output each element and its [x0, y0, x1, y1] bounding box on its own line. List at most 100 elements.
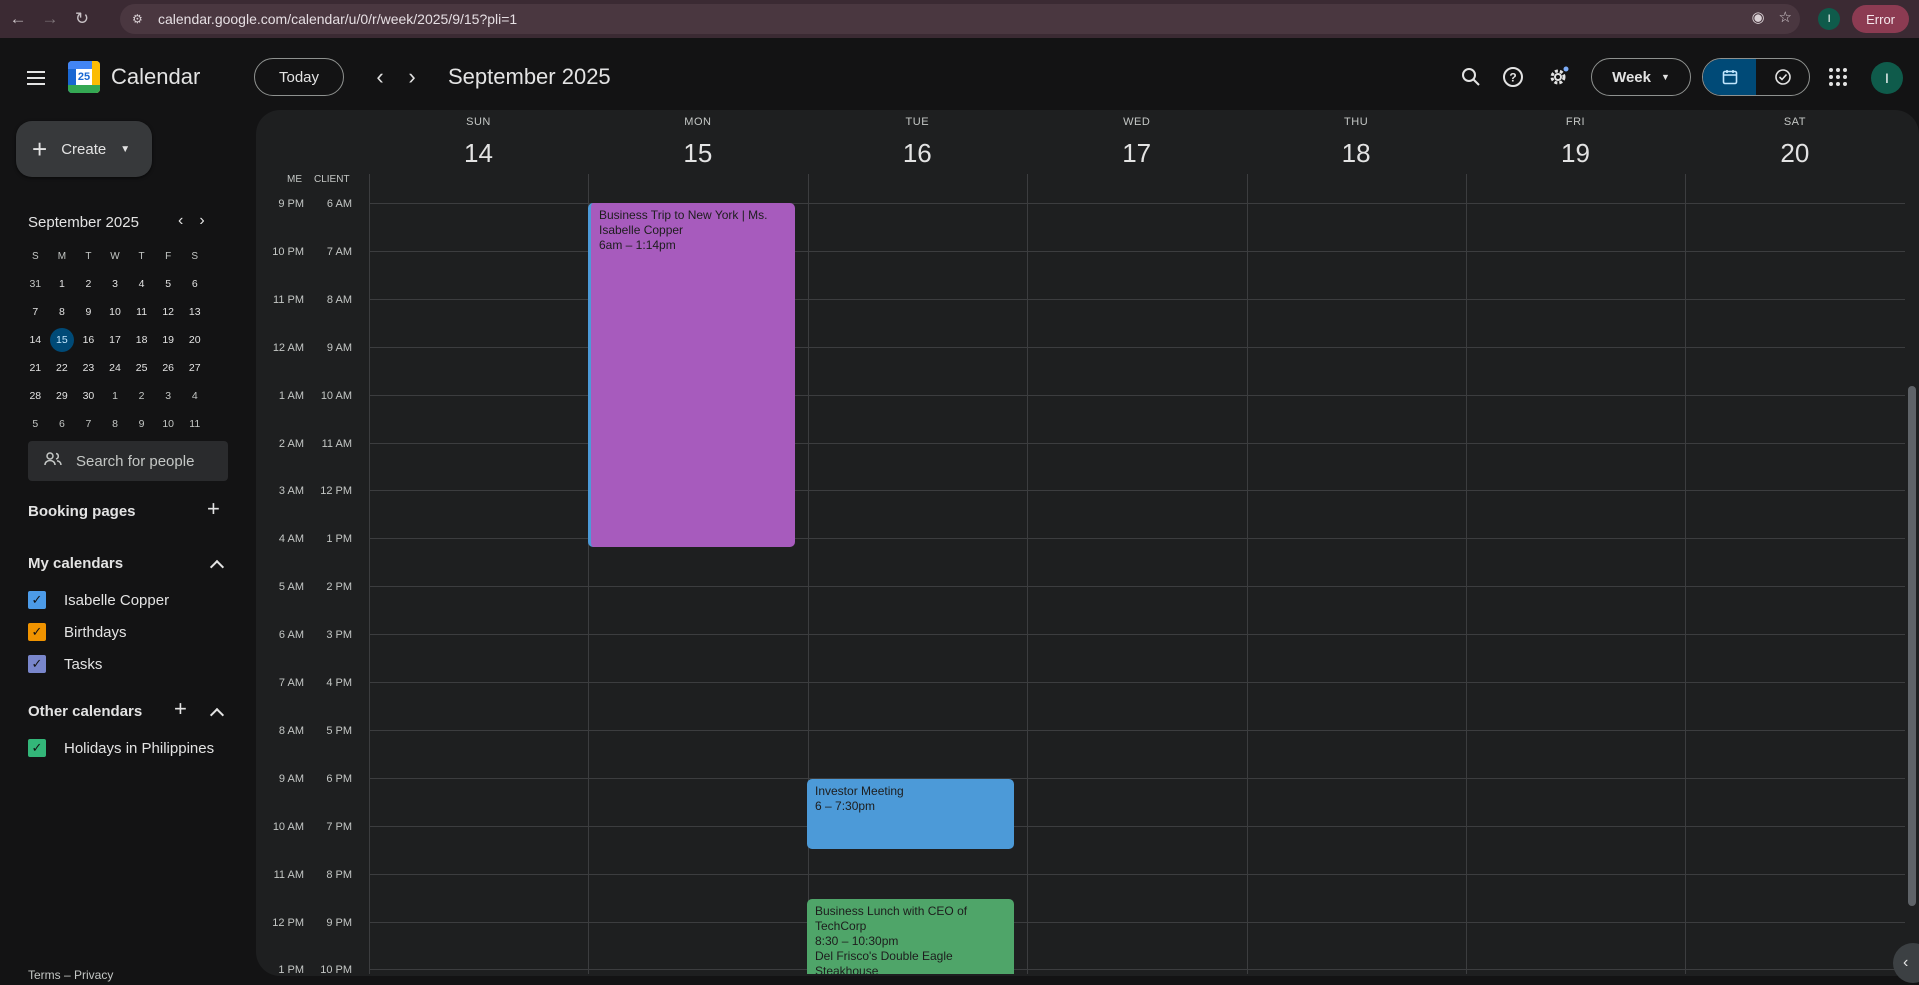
mini-calendar-day[interactable]: 3	[102, 278, 129, 290]
mini-calendar-day[interactable]: 21	[22, 362, 49, 374]
bookmark-star-icon[interactable]: ☆	[1779, 8, 1792, 26]
mini-calendar-day[interactable]: 8	[49, 306, 76, 318]
checkbox-checked-icon[interactable]: ✓	[28, 591, 46, 609]
mini-calendar-day[interactable]: 16	[75, 334, 102, 346]
mini-calendar-day[interactable]: 14	[22, 334, 49, 346]
previous-week-icon[interactable]: ‹	[368, 64, 392, 89]
day-number[interactable]: 20	[1685, 138, 1904, 169]
calendar-item-holidays-philippines[interactable]: ✓ Holidays in Philippines	[28, 739, 214, 757]
mini-calendar-day[interactable]: 22	[49, 362, 76, 374]
mini-calendar-day[interactable]: 7	[75, 418, 102, 430]
url-text[interactable]: calendar.google.com/calendar/u/0/r/week/…	[158, 11, 517, 27]
mini-calendar-day[interactable]: 19	[155, 334, 182, 346]
mini-calendar-day[interactable]: 24	[102, 362, 129, 374]
mini-calendar-day[interactable]: 20	[181, 334, 208, 346]
day-header-tue[interactable]: TUE 16	[808, 116, 1027, 169]
booking-pages-heading[interactable]: Booking pages	[28, 503, 136, 520]
calendar-item-isabelle-copper[interactable]: ✓ Isabelle Copper	[28, 591, 169, 609]
add-booking-page-icon[interactable]: +	[207, 496, 220, 522]
event-investor-meeting[interactable]: Investor Meeting 6 – 7:30pm	[807, 779, 1014, 849]
week-grid[interactable]: Business Trip to New York | Ms. Isabelle…	[369, 174, 1905, 974]
calendar-logo[interactable]: 25	[68, 61, 100, 93]
calendar-item-tasks[interactable]: ✓ Tasks	[28, 655, 102, 673]
mini-calendar-day[interactable]: 12	[155, 306, 182, 318]
terms-privacy-links[interactable]: Terms – Privacy	[28, 968, 113, 982]
day-number[interactable]: 15	[588, 138, 807, 169]
mini-calendar-day[interactable]: 23	[75, 362, 102, 374]
next-week-icon[interactable]: ›	[400, 64, 424, 89]
event-business-trip[interactable]: Business Trip to New York | Ms. Isabelle…	[588, 203, 795, 547]
checkbox-checked-icon[interactable]: ✓	[28, 623, 46, 641]
mini-calendar-day[interactable]: 6	[49, 418, 76, 430]
mini-calendar-day[interactable]: 5	[22, 418, 49, 430]
search-icon[interactable]	[1458, 64, 1484, 90]
day-header-wed[interactable]: WED 17	[1027, 116, 1246, 169]
forward-icon[interactable]: →	[36, 5, 64, 33]
day-header-mon[interactable]: MON 15	[588, 116, 807, 169]
day-number[interactable]: 19	[1466, 138, 1685, 169]
mini-calendar-day[interactable]: 25	[128, 362, 155, 374]
browser-profile-avatar[interactable]: I	[1818, 8, 1841, 30]
tasks-view-icon[interactable]	[1756, 59, 1809, 95]
view-switcher-button[interactable]: Week ▼	[1591, 58, 1691, 96]
create-button[interactable]: + Create ▼	[16, 121, 152, 177]
mini-calendar-day[interactable]: 3	[155, 390, 182, 402]
day-number[interactable]: 18	[1247, 138, 1466, 169]
search-people-input[interactable]: Search for people	[28, 441, 228, 481]
mini-calendar-day[interactable]: 13	[181, 306, 208, 318]
mini-calendar-day[interactable]: 6	[181, 278, 208, 290]
side-panel-expand-icon[interactable]: ‹	[1893, 943, 1919, 983]
help-icon[interactable]: ?	[1500, 64, 1526, 90]
mini-calendar-day[interactable]: 17	[102, 334, 129, 346]
event-business-lunch[interactable]: Business Lunch with CEO of TechCorp 8:30…	[807, 899, 1014, 974]
calendar-item-birthdays[interactable]: ✓ Birthdays	[28, 623, 127, 641]
site-info-icon[interactable]: ⚙	[132, 12, 146, 26]
mini-calendar-day-selected[interactable]: 15	[49, 328, 76, 352]
mini-calendar-day[interactable]: 11	[128, 306, 155, 318]
my-calendars-heading[interactable]: My calendars	[28, 555, 123, 572]
mini-calendar-day[interactable]: 5	[155, 278, 182, 290]
mini-calendar-day[interactable]: 1	[49, 278, 76, 290]
mini-calendar-day[interactable]: 2	[128, 390, 155, 402]
mini-calendar-day[interactable]: 10	[102, 306, 129, 318]
other-calendars-heading[interactable]: Other calendars	[28, 703, 142, 720]
mini-calendar-day[interactable]: 1	[102, 390, 129, 402]
mini-calendar-day[interactable]: 10	[155, 418, 182, 430]
google-apps-icon[interactable]	[1826, 65, 1850, 89]
day-header-sun[interactable]: SUN 14	[369, 116, 588, 169]
checkbox-checked-icon[interactable]: ✓	[28, 739, 46, 757]
mini-next-month-icon[interactable]: ›	[199, 212, 204, 230]
mini-calendar-day[interactable]: 31	[22, 278, 49, 290]
day-header-fri[interactable]: FRI 19	[1466, 116, 1685, 169]
day-number[interactable]: 16	[808, 138, 1027, 169]
calendar-view-icon[interactable]	[1703, 59, 1756, 95]
mini-prev-month-icon[interactable]: ‹	[178, 212, 183, 230]
day-header-sat[interactable]: SAT 20	[1685, 116, 1904, 169]
lens-icon[interactable]: ◉	[1751, 8, 1764, 26]
day-number[interactable]: 17	[1027, 138, 1246, 169]
mini-calendar-day[interactable]: 2	[75, 278, 102, 290]
mini-calendar-day[interactable]: 7	[22, 306, 49, 318]
collapse-other-calendars-icon[interactable]	[209, 707, 225, 723]
browser-error-button[interactable]: Error	[1852, 5, 1909, 33]
mini-calendar-day[interactable]: 30	[75, 390, 102, 402]
reload-icon[interactable]: ↻	[68, 5, 96, 33]
address-bar[interactable]: ⚙ calendar.google.com/calendar/u/0/r/wee…	[120, 4, 1800, 34]
grid-scrollbar[interactable]	[1908, 386, 1916, 906]
mini-calendar-day[interactable]: 11	[181, 418, 208, 430]
back-icon[interactable]: ←	[4, 5, 32, 33]
account-avatar[interactable]: I	[1871, 62, 1903, 94]
settings-gear-icon[interactable]	[1545, 64, 1571, 90]
mini-calendar-day[interactable]: 27	[181, 362, 208, 374]
collapse-my-calendars-icon[interactable]	[209, 559, 225, 575]
mini-calendar-day[interactable]: 4	[128, 278, 155, 290]
mini-calendar-day[interactable]: 28	[22, 390, 49, 402]
mini-calendar-day[interactable]: 4	[181, 390, 208, 402]
day-number[interactable]: 14	[369, 138, 588, 169]
main-menu-icon[interactable]	[22, 64, 50, 92]
mini-calendar-day[interactable]: 8	[102, 418, 129, 430]
mini-calendar-day[interactable]: 9	[75, 306, 102, 318]
day-header-thu[interactable]: THU 18	[1247, 116, 1466, 169]
add-other-calendar-icon[interactable]: +	[174, 696, 187, 722]
mini-calendar-day[interactable]: 9	[128, 418, 155, 430]
